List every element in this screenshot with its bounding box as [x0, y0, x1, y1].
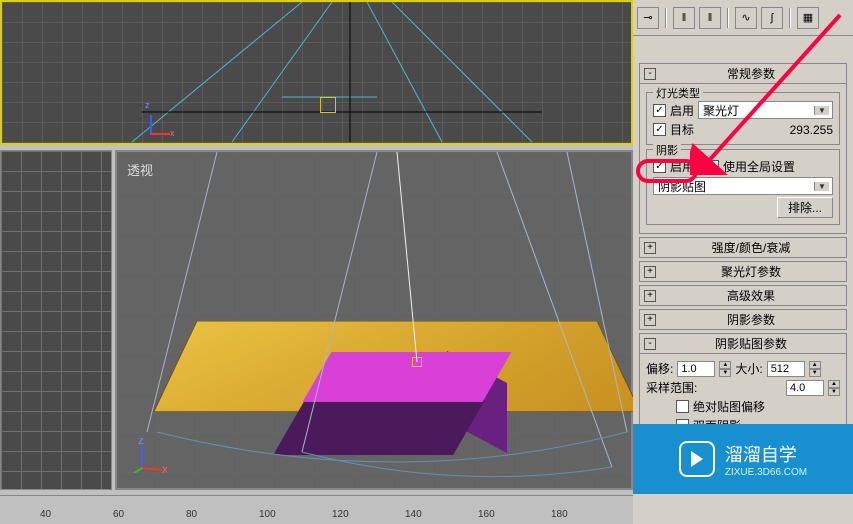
label-sample-range: 采样范围: [646, 379, 697, 396]
sample-up-icon[interactable]: ▲ [828, 380, 840, 388]
curve-icon[interactable]: ∫ [761, 7, 783, 29]
rollout-header-advanced[interactable]: + 高级效果 [639, 285, 847, 306]
rollout-header-shadow-params[interactable]: + 阴影参数 [639, 309, 847, 330]
checkbox-light-enable[interactable] [653, 104, 666, 117]
dropdown-shadow-type[interactable]: 阴影贴图 [653, 177, 833, 195]
wireframe-lines [2, 2, 631, 143]
input-size[interactable]: 512 [767, 361, 805, 377]
panel-toolbar: ⊸ ‖ ‖ ∿ ∫ ▦ [633, 0, 853, 36]
dropdown-light-type[interactable]: 聚光灯 [698, 101, 833, 119]
config-icon[interactable]: ▦ [797, 7, 819, 29]
label-size: 大小: [735, 360, 762, 377]
label-bias: 偏移: [646, 360, 673, 377]
checkbox-target[interactable] [653, 123, 666, 136]
checkbox-global-settings[interactable] [706, 160, 719, 173]
next-key-icon[interactable]: ‖ [699, 7, 721, 29]
input-bias[interactable]: 1.0 [677, 361, 715, 377]
bias-down-icon[interactable]: ▼ [719, 369, 731, 377]
label-absolute-bias: 绝对贴图偏移 [693, 398, 765, 415]
link-icon[interactable]: ∿ [735, 7, 757, 29]
rollout-general-params: - 常规参数 灯光类型 启用 聚光灯 目标 293.255 [639, 63, 847, 234]
rollout-header-general[interactable]: - 常规参数 [639, 63, 847, 84]
rollout-header-intensity[interactable]: + 强度/颜色/衰减 [639, 237, 847, 258]
label-enable: 启用 [670, 102, 694, 119]
light-cone-wires [117, 152, 631, 488]
timeline-ruler[interactable]: 40 60 80 100 120 140 160 180 [0, 495, 633, 520]
watermark-url: ZIXUE.3D66.COM [725, 467, 807, 478]
bias-up-icon[interactable]: ▲ [719, 361, 731, 369]
viewport-perspective[interactable]: 透视 z x [115, 150, 633, 490]
pin-icon[interactable]: ⊸ [637, 7, 659, 29]
label-target: 目标 [670, 121, 694, 138]
rollout-advanced: + 高级效果 [639, 285, 847, 306]
size-down-icon[interactable]: ▼ [809, 369, 821, 377]
selection-box[interactable] [320, 97, 336, 113]
prev-key-icon[interactable]: ‖ [673, 7, 695, 29]
size-up-icon[interactable]: ▲ [809, 361, 821, 369]
checkbox-shadow-enable[interactable] [653, 160, 666, 173]
target-distance-value: 293.255 [790, 123, 833, 137]
checkbox-absolute-bias[interactable] [676, 400, 689, 413]
viewport-top[interactable]: zx [0, 0, 633, 145]
exclude-button[interactable]: 排除... [777, 197, 833, 218]
viewport-left-grid[interactable] [0, 150, 112, 490]
group-light-type: 灯光类型 启用 聚光灯 目标 293.255 [646, 92, 840, 145]
rollout-spotlight: + 聚光灯参数 [639, 261, 847, 282]
rollout-intensity: + 强度/颜色/衰减 [639, 237, 847, 258]
rollout-header-shadow-map[interactable]: - 阴影贴图参数 [639, 333, 847, 354]
play-icon [679, 441, 715, 477]
watermark-brand: 溜溜自学 [725, 441, 807, 467]
sample-down-icon[interactable]: ▼ [828, 388, 840, 396]
axis-gizmo-top: zx [140, 105, 170, 135]
group-shadow: 阴影 启用 使用全局设置 阴影贴图 排除... [646, 149, 840, 225]
rollout-shadow-params: + 阴影参数 [639, 309, 847, 330]
input-sample-range[interactable]: 4.0 [786, 380, 824, 396]
watermark-overlay: 溜溜自学 ZIXUE.3D66.COM [633, 424, 853, 494]
label-global-settings: 使用全局设置 [723, 158, 795, 175]
rollout-header-spotlight[interactable]: + 聚光灯参数 [639, 261, 847, 282]
label-shadow-enable: 启用 [670, 158, 694, 175]
